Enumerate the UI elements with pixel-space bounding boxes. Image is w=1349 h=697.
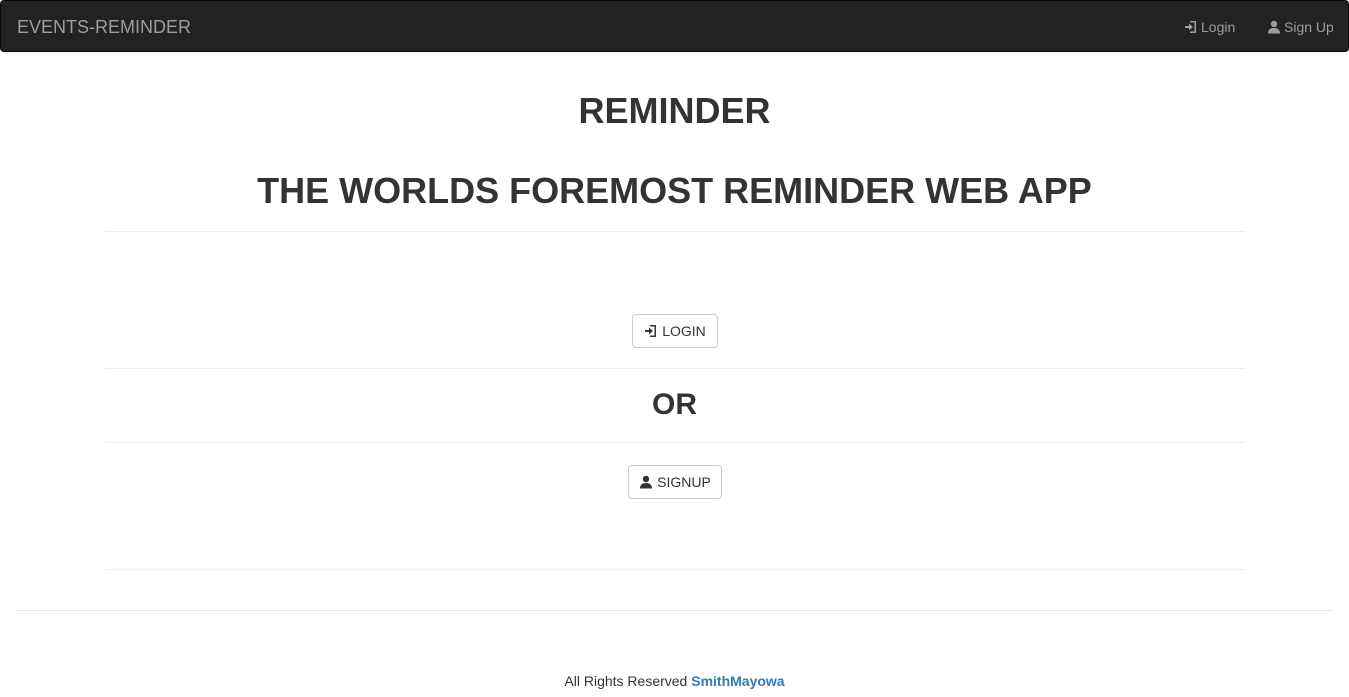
nav-login-link[interactable]: Login xyxy=(1184,18,1235,36)
page-title: REMINDER xyxy=(578,90,771,131)
divider xyxy=(105,231,1245,232)
user-icon xyxy=(639,475,657,489)
divider xyxy=(105,368,1245,369)
divider xyxy=(105,569,1245,570)
user-icon xyxy=(1267,20,1284,34)
nav-signup-link[interactable]: Sign Up xyxy=(1267,18,1334,36)
divider xyxy=(105,442,1245,443)
or-separator: OR xyxy=(652,388,697,421)
login-button[interactable]: LOGIN xyxy=(632,314,718,348)
log-in-icon xyxy=(1184,20,1201,34)
login-button-label: LOGIN xyxy=(662,323,706,339)
nav-login-label: Login xyxy=(1201,19,1236,35)
footer-text: All Rights Reserved xyxy=(564,673,688,689)
author-link[interactable]: SmithMayowa xyxy=(691,673,784,689)
signup-button-label: SIGNUP xyxy=(657,474,711,490)
footer-divider xyxy=(16,610,1334,611)
top-navbar: EVENTS-REMINDER Login Sign Up xyxy=(0,0,1349,52)
signup-button[interactable]: SIGNUP xyxy=(628,465,722,499)
nav-signup-label: Sign Up xyxy=(1284,19,1334,35)
page-subtitle: THE WORLDS FOREMOST REMINDER WEB APP xyxy=(257,170,1092,211)
footer: All Rights Reserved SmithMayowa xyxy=(0,672,1349,690)
log-in-icon xyxy=(644,324,662,338)
brand-link[interactable]: EVENTS-REMINDER xyxy=(17,17,191,37)
